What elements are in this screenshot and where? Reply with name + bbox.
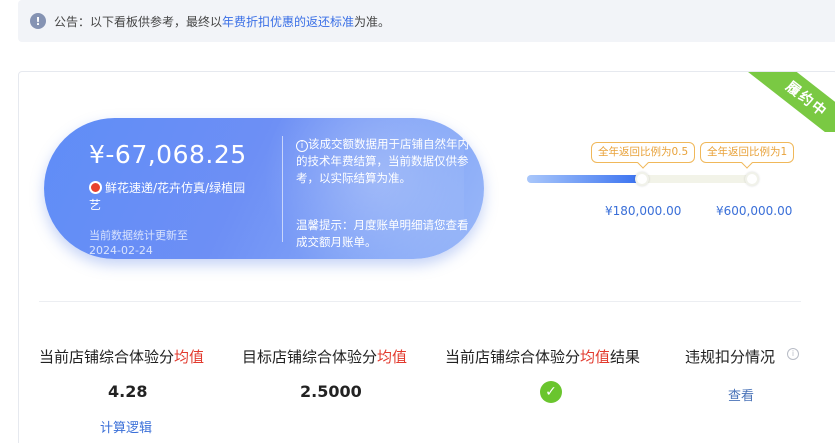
metric-label-current-score: 当前店铺综合体验分均值 [39,348,205,366]
notice-prefix: 公告：以下看板供参考，最终以 [54,14,223,29]
view-violations-link[interactable]: 查看 [728,385,754,404]
check-icon: ✓ [540,381,562,403]
summary-description: i 该成交额数据用于店铺自然年内的技术年费结算，当前数据仅供参考，以实际结算为准。 [296,136,478,187]
calc-logic-link[interactable]: 计算逻辑 [100,417,152,436]
metric-label-violations: 违规扣分情况 [685,348,776,366]
description-text: 该成交额数据用于店铺自然年内的技术年费结算，当前数据仅供参考，以实际结算为准。 [296,137,469,185]
update-info: 当前数据统计更新至 2024-02-24 [89,228,188,258]
milestone-tag-2: 全年返回比例为1 [700,142,795,163]
update-label: 当前数据统计更新至 [89,229,188,242]
milestone-marker-1 [635,172,649,186]
metric-label-score-result: 当前店铺综合体验分均值结果 [445,348,641,366]
help-icon[interactable]: i [787,348,799,360]
current-score-value: 4.28 [108,382,148,401]
milestone-amount-1: ¥180,000.00 [605,204,682,218]
section-divider [39,301,801,302]
shop-category: 鲜花速递/花卉仿真/绿植园艺 [89,180,249,214]
info-circle-icon: i [296,140,308,152]
pill-divider [282,136,283,242]
settlement-card: 履约中 ¥-67,068.25 鲜花速递/花卉仿真/绿植园艺 当前数据统计更新至… [18,71,835,443]
update-date: 2024-02-24 [89,244,153,257]
shop-category-icon [89,181,102,194]
progress-fill [527,175,640,183]
metric-label-target-score: 目标店铺综合体验分均值 [242,348,408,366]
milestone-amount-2: ¥600,000.00 [716,204,793,218]
rebate-progress-bar [527,172,759,186]
milestone-tag-1: 全年返回比例为0.5 [591,142,696,163]
summary-pill: ¥-67,068.25 鲜花速递/花卉仿真/绿植园艺 当前数据统计更新至 202… [44,118,484,259]
notice-bar: ! 公告：以下看板供参考，最终以 年费折扣优惠的返还标准 为准。 [18,0,835,42]
summary-tip: 温馨提示：月度账单明细请您查看成交额月账单。 [296,218,469,249]
shop-category-name: 鲜花速递/花卉仿真/绿植园艺 [89,181,246,212]
status-ribbon: 履约中 [715,72,835,132]
milestone-marker-2 [745,172,759,186]
notice-link[interactable]: 年费折扣优惠的返还标准 [222,13,354,30]
status-badge: 履约中 [742,72,835,132]
notice-suffix: 为准。 [354,14,391,29]
info-icon: ! [30,13,46,29]
target-score-value: 2.5000 [300,382,362,401]
settlement-amount: ¥-67,068.25 [89,140,247,169]
